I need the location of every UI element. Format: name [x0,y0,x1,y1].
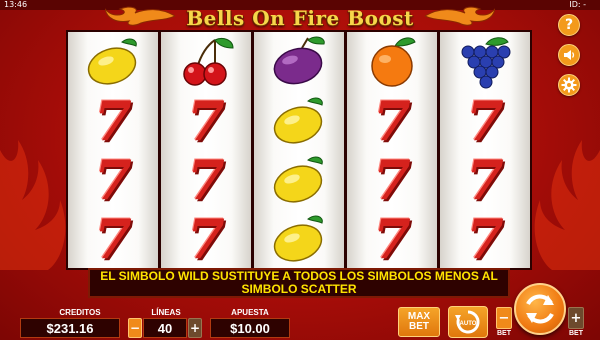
gear-icon [561,77,577,93]
game-title: Bells On Fire Boost [186,6,414,30]
seven-glyph: 7 [466,147,504,212]
lemon-icon [87,38,137,85]
symbol-lemon [254,150,344,209]
lemon-icon [273,215,323,262]
symbol-seven: 7 [440,209,530,268]
clock: 13:46 [4,0,28,9]
seven-glyph: 7 [187,147,225,212]
reel-4: 777 [347,32,437,268]
reel-5: 777 [440,32,530,268]
seven-glyph: 7 [373,88,411,153]
symbol-lemon [68,32,158,91]
seven-glyph: 7 [187,206,225,271]
help-icon: ? [564,17,574,33]
symbol-seven: 7 [440,150,530,209]
symbol-plum [254,32,344,91]
spin-button[interactable] [514,283,566,335]
symbol-seven: 7 [440,91,530,150]
bet-decrease-label: BET [497,330,511,337]
credits-value: $231.16 [20,318,120,338]
plum-icon [273,36,325,84]
info-message: EL SIMBOLO WILD SUSTITUYE A TODOS LOS SI… [88,268,510,298]
reel-2: 777 [161,32,251,268]
lemon-icon [273,156,323,203]
symbol-lemon [254,91,344,150]
flame-background-right [534,140,600,270]
seven-glyph: 7 [187,88,225,153]
seven-glyph: 7 [94,147,132,212]
bet-value: $10.00 [210,318,290,338]
symbol-seven: 7 [347,209,437,268]
lemon-icon [273,97,323,144]
settings-button[interactable] [558,74,580,96]
autoplay-icon: AUTO [455,310,480,334]
title-flame-right-icon [425,6,495,26]
seven-glyph: 7 [466,88,504,153]
symbol-seven: 7 [161,209,251,268]
seven-glyph: 7 [373,147,411,212]
symbol-seven: 7 [161,150,251,209]
symbol-orange [347,32,437,91]
game-id: ID: - [569,0,586,9]
max-bet-label-line2: BET [409,321,429,332]
orange-icon [371,36,416,87]
symbol-seven: 7 [68,209,158,268]
lines-value: 40 [143,318,187,338]
lines-minus-button[interactable]: − [128,318,142,338]
bet-increase-label: BET [569,330,583,337]
cherries-icon [183,37,234,86]
symbol-seven: 7 [68,91,158,150]
sound-icon [564,50,575,60]
symbol-seven: 7 [161,91,251,150]
reel-area: 777777777777 [66,30,532,270]
symbol-grapes [440,32,530,91]
seven-glyph: 7 [94,206,132,271]
spin-icon [526,294,554,324]
seven-glyph: 7 [94,88,132,153]
flame-background-left [0,140,66,270]
sound-button[interactable] [558,44,580,66]
lines-label: LÍNEAS [151,308,181,317]
reel-1: 777 [68,32,158,268]
symbol-seven: 7 [347,150,437,209]
credits-label: CREDITOS [59,308,101,317]
seven-glyph: 7 [466,206,504,271]
symbol-lemon [254,209,344,268]
symbol-cherries [161,32,251,91]
symbol-seven: 7 [68,150,158,209]
max-bet-button[interactable]: MAX BET [398,307,440,337]
grapes-icon [461,36,511,88]
bet-increase-button[interactable]: + [568,307,584,329]
bet-label: APUESTA [231,308,269,317]
lines-plus-button[interactable]: + [188,318,202,338]
reel-3 [254,32,344,268]
symbol-seven: 7 [347,91,437,150]
seven-glyph: 7 [373,206,411,271]
bet-decrease-button[interactable]: − [496,307,512,329]
autoplay-button[interactable]: AUTO [448,306,488,338]
autoplay-label: AUTO [460,321,477,327]
help-button[interactable]: ? [558,14,580,36]
